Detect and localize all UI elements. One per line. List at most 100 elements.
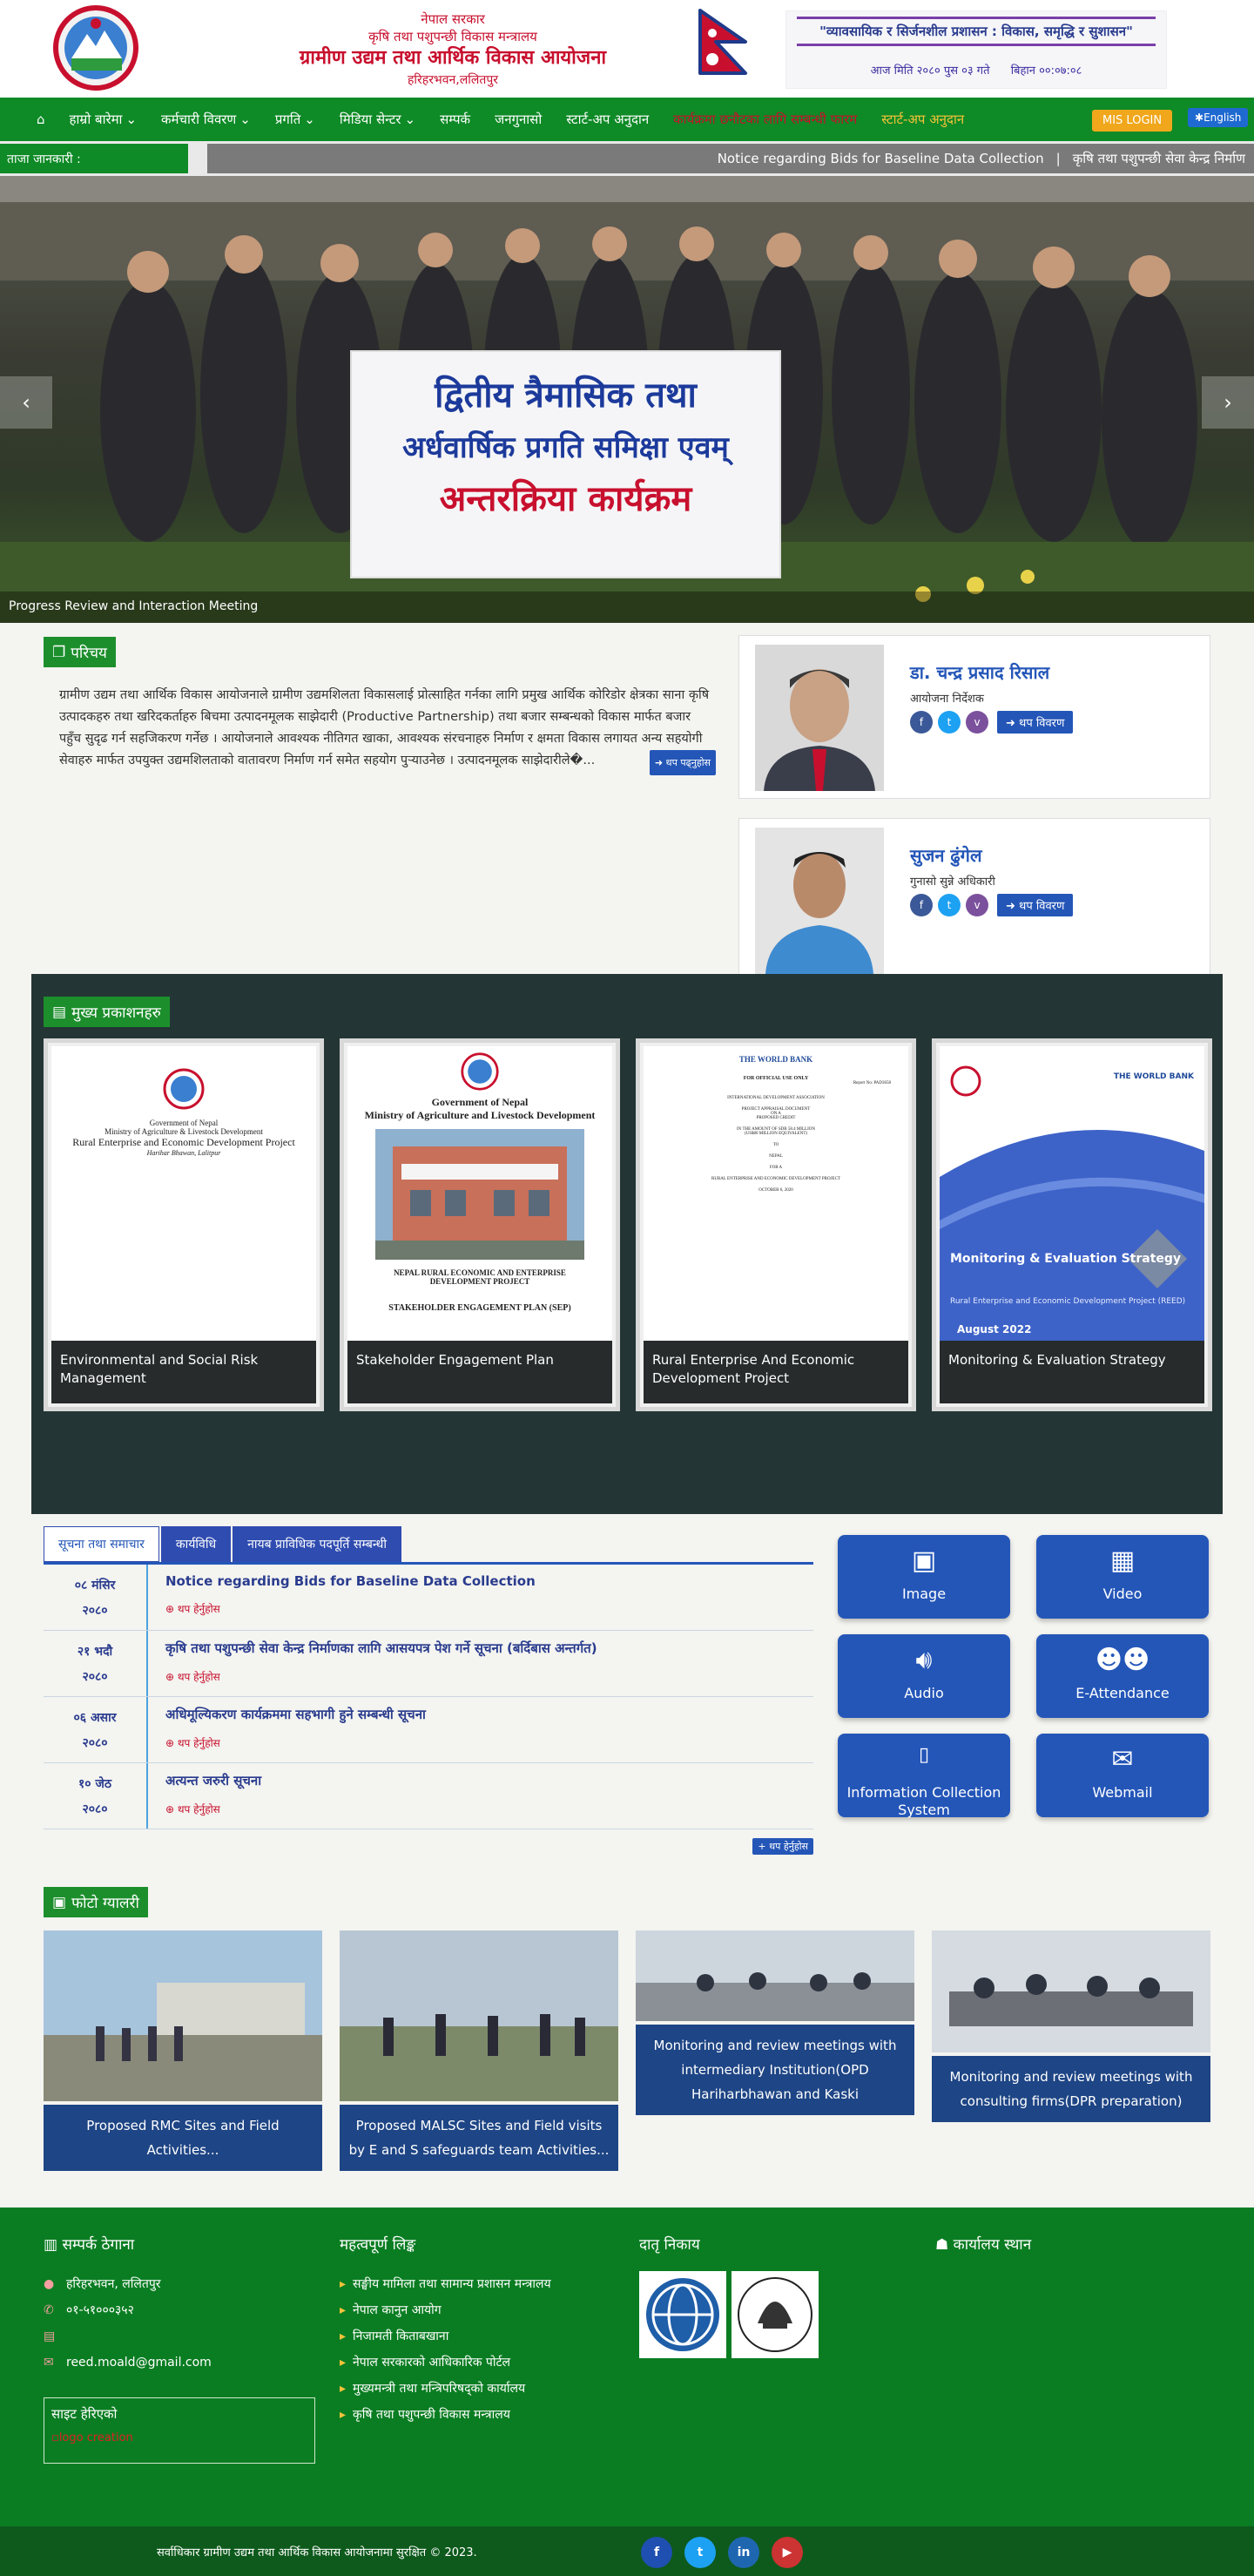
nav-item-startup-grant[interactable]: स्टार्ट-अप अनुदान bbox=[566, 111, 649, 128]
plus-icon: + bbox=[758, 1841, 770, 1852]
youtube-icon[interactable]: ▶ bbox=[772, 2537, 803, 2568]
slogan-box: "व्यावसायिक र सिर्जनशील प्रशासन : विकास,… bbox=[785, 10, 1167, 89]
cover-text: PROPOSED CREDIT bbox=[756, 1116, 796, 1120]
cover-text: Harihar Bhawan, Lalitpur bbox=[146, 1149, 221, 1157]
e-attendance-tile[interactable]: ☻☻ E-Attendance bbox=[1036, 1634, 1209, 1718]
video-tile[interactable]: ▦ Video bbox=[1036, 1535, 1209, 1619]
address-text: हरिहरभवन, ललितपुर bbox=[66, 2277, 161, 2291]
image-tile[interactable]: ▣ Image bbox=[838, 1535, 1010, 1619]
footer-link[interactable]: नेपाल सरकारको आधिकारिक पोर्टल bbox=[340, 2350, 618, 2376]
notice-title-link[interactable]: अधिमूल्यिकरण कार्यक्रममा सहभागी हुने सम्… bbox=[165, 1706, 426, 1723]
publication-card[interactable]: Government of Nepal Ministry of Agricult… bbox=[44, 1038, 324, 1411]
arrow-right-icon: ➜ bbox=[1006, 900, 1020, 913]
nav-item-grievance[interactable]: जनगुनासो bbox=[495, 111, 542, 128]
chevron-right-icon: › bbox=[1224, 390, 1232, 415]
nav-item-contact[interactable]: सम्पर्क bbox=[440, 111, 470, 128]
twitter-icon[interactable]: t bbox=[938, 894, 961, 916]
publications-tag-label: मुख्य प्रकाशनहरु bbox=[71, 1004, 161, 1022]
footer-link[interactable]: मुख्यमन्त्री तथा मन्त्रिपरिषद्को कार्याल… bbox=[340, 2376, 618, 2402]
notice-date: ०८ मंसिर २०८० bbox=[44, 1565, 148, 1630]
notice-body: कृषि तथा पशुपन्छी सेवा केन्द्र निर्माणका… bbox=[148, 1631, 597, 1696]
official-detail-button[interactable]: ➜ थप विवरण bbox=[997, 711, 1074, 734]
webmail-tile[interactable]: ✉ Webmail bbox=[1036, 1734, 1209, 1817]
twitter-icon[interactable]: t bbox=[938, 711, 961, 734]
ticker-separator: | bbox=[1055, 151, 1061, 166]
nav-item-about[interactable]: हाम्रो बारेमा ⌄ bbox=[70, 111, 138, 128]
all-notices-button[interactable]: + थप हेर्नुहोस bbox=[752, 1838, 813, 1855]
publication-title: Rural Enterprise And Economic Developmen… bbox=[644, 1341, 908, 1403]
gallery-tag: ▣ फोटो ग्यालरी bbox=[44, 1887, 148, 1917]
mobile-icon: ▯ bbox=[918, 1744, 930, 1766]
notice-more-link[interactable]: ⊕ थप हेर्नुहोस bbox=[165, 1735, 426, 1750]
facebook-icon[interactable]: f bbox=[910, 711, 933, 734]
email-text[interactable]: reed.moald@gmail.com bbox=[66, 2350, 212, 2376]
notice-more-link[interactable]: ⊕ थप हेर्नुहोस bbox=[165, 1669, 597, 1684]
counter-alt-text: logo creation bbox=[58, 2431, 133, 2444]
footer-email[interactable]: ✉ reed.moald@gmail.com bbox=[44, 2350, 322, 2376]
ticker-item[interactable]: कृषि तथा पशुपन्छी सेवा केन्द्र निर्माण bbox=[1073, 151, 1245, 166]
nav-item-program-form[interactable]: कार्यक्रमा छनौटका लागि सम्बन्धी फारम bbox=[673, 111, 857, 128]
tab-procedures[interactable]: कार्यविधि bbox=[160, 1526, 232, 1562]
nav-item-progress[interactable]: प्रगति ⌄ bbox=[275, 111, 315, 128]
gallery-card[interactable]: Monitoring and review meetings with inte… bbox=[636, 1930, 914, 2115]
footer-fax: ▤ bbox=[44, 2323, 322, 2350]
info-collection-tile[interactable]: ▯ Information Collection System bbox=[838, 1734, 1010, 1818]
world-bank-logo[interactable] bbox=[639, 2271, 726, 2358]
notice-title-link[interactable]: अत्यन्त जरुरी सूचना bbox=[165, 1772, 261, 1789]
footer-link[interactable]: नेपाल कानुन आयोग bbox=[340, 2297, 618, 2323]
nav-label: प्रगति bbox=[274, 112, 301, 127]
nepal-emblem-icon bbox=[163, 1068, 205, 1110]
notice-title-link[interactable]: कृषि तथा पशुपन्छी सेवा केन्द्र निर्माणका… bbox=[165, 1640, 597, 1657]
notice-more-link[interactable]: ⊕ थप हेर्नुहोस bbox=[165, 1802, 261, 1816]
tab-news[interactable]: सूचना तथा समाचार bbox=[44, 1526, 159, 1562]
slider-prev-button[interactable]: ‹ bbox=[0, 376, 52, 429]
notice-title-link[interactable]: Notice regarding Bids for Baseline Data … bbox=[165, 1573, 536, 1589]
gallery-card[interactable]: Proposed MALSC Sites and Field visits by… bbox=[340, 1930, 618, 2171]
linkedin-icon[interactable]: in bbox=[728, 2537, 759, 2568]
nepal-emblem-logo[interactable] bbox=[45, 4, 146, 91]
hero-slider: द्वितीय त्रैमासिक तथा अर्धवार्षिक प्रगति… bbox=[0, 176, 1254, 623]
arrow-circle-icon: ⊕ bbox=[165, 1737, 178, 1749]
notice-more-link[interactable]: ⊕ थप हेर्नुहोस bbox=[165, 1601, 536, 1616]
nepal-flag-icon bbox=[698, 9, 747, 75]
viber-icon[interactable]: v bbox=[966, 894, 988, 916]
notice-more-label: थप हेर्नुहोस bbox=[177, 1737, 220, 1749]
nav-label: हाम्रो बारेमा bbox=[69, 112, 123, 127]
counter-image-alt[interactable]: ▫logo creation bbox=[51, 2431, 307, 2444]
site-footer: ▥ सम्पर्क ठेगाना ● हरिहरभवन, ललितपुर ✆ ०१-… bbox=[0, 2208, 1254, 2526]
nav-item-media-center[interactable]: मिडिया सेन्टर ⌄ bbox=[340, 111, 415, 128]
publication-card[interactable]: THE WORLD BANK FOR OFFICIAL USE ONLY Rep… bbox=[636, 1038, 916, 1411]
publication-card[interactable]: THE WORLD BANK Monitoring & Evaluation S… bbox=[932, 1038, 1212, 1411]
tab-recruitment[interactable]: नायब प्राविधिक पदपूर्ति सम्बन्धी bbox=[233, 1526, 401, 1562]
ida-logo[interactable] bbox=[732, 2271, 819, 2358]
home-icon[interactable]: ⌂ bbox=[37, 112, 45, 127]
twitter-icon[interactable]: t bbox=[684, 2537, 716, 2568]
read-more-button[interactable]: ➜ थप पढ्नुहोस bbox=[649, 750, 716, 775]
ticker-item[interactable]: Notice regarding Bids for Baseline Data … bbox=[718, 151, 1044, 166]
arrow-circle-icon: ⊕ bbox=[165, 1603, 178, 1615]
slider-next-button[interactable]: › bbox=[1202, 376, 1254, 429]
publications-section: ▤ मुख्य प्रकाशनहरु Government of Nepal Mi… bbox=[31, 974, 1223, 1514]
facebook-icon[interactable]: f bbox=[910, 894, 933, 916]
footer-link[interactable]: निजामती किताबखाना bbox=[340, 2323, 618, 2350]
official-card: सुजन ढुंगेल गुनासो सुन्ने अधिकारी f t v … bbox=[738, 818, 1210, 982]
publication-card[interactable]: Government of Nepal Ministry of Agricult… bbox=[340, 1038, 620, 1411]
viber-icon[interactable]: v bbox=[966, 711, 988, 734]
nav-item-startup-grant-highlight[interactable]: स्टार्ट-अप अनुदान bbox=[881, 111, 964, 128]
gallery-card[interactable]: Monitoring and review meetings with cons… bbox=[932, 1930, 1210, 2122]
tile-label: E-Attendance bbox=[1075, 1685, 1170, 1701]
footer-link[interactable]: कृषि तथा पशुपन्छी विकास मन्त्रालय bbox=[340, 2402, 618, 2428]
gallery-photo bbox=[636, 1930, 914, 2021]
notices-panel: सूचना तथा समाचार कार्यविधि नायब प्राविधि… bbox=[44, 1526, 813, 1855]
footer-link[interactable]: सङ्घीय मामिला तथा सामान्य प्रशासन मन्त्र… bbox=[340, 2271, 618, 2297]
official-detail-button[interactable]: ➜ थप विवरण bbox=[997, 894, 1074, 916]
facebook-icon[interactable]: f bbox=[641, 2537, 672, 2568]
notice-year: २०८० bbox=[82, 1736, 108, 1750]
audio-tile[interactable]: 🔊︎ Audio bbox=[838, 1634, 1010, 1718]
english-language-button[interactable]: ✱English bbox=[1188, 108, 1249, 127]
intro-paragraph: ग्रामीण उद्यम तथा आर्थिक विकास आयोजनाले … bbox=[59, 688, 710, 767]
mis-login-button[interactable]: MIS LOGIN bbox=[1092, 110, 1173, 132]
nav-item-staff[interactable]: कर्मचारी विवरण ⌄ bbox=[161, 111, 251, 128]
gallery-card[interactable]: Proposed RMC Sites and Field Activities.… bbox=[44, 1930, 322, 2171]
footer-donors-heading: दातृ निकाय bbox=[639, 2236, 700, 2254]
